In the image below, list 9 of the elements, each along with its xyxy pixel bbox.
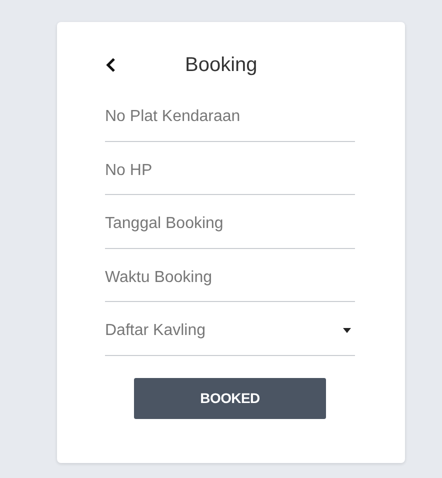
dropdown-field[interactable]: Daftar Kavling: [105, 302, 355, 356]
input-field[interactable]: Tanggal Booking: [105, 215, 355, 234]
back-icon[interactable]: [105, 57, 117, 73]
input-field[interactable]: No Plat Kendaraan: [105, 108, 355, 126]
caret-icon: [343, 328, 351, 334]
booked-button[interactable]: BOOKED: [134, 378, 326, 418]
input-field[interactable]: Waktu Booking: [105, 268, 355, 287]
input-field[interactable]: No HP: [105, 162, 355, 180]
page-title: Booking: [185, 54, 258, 76]
